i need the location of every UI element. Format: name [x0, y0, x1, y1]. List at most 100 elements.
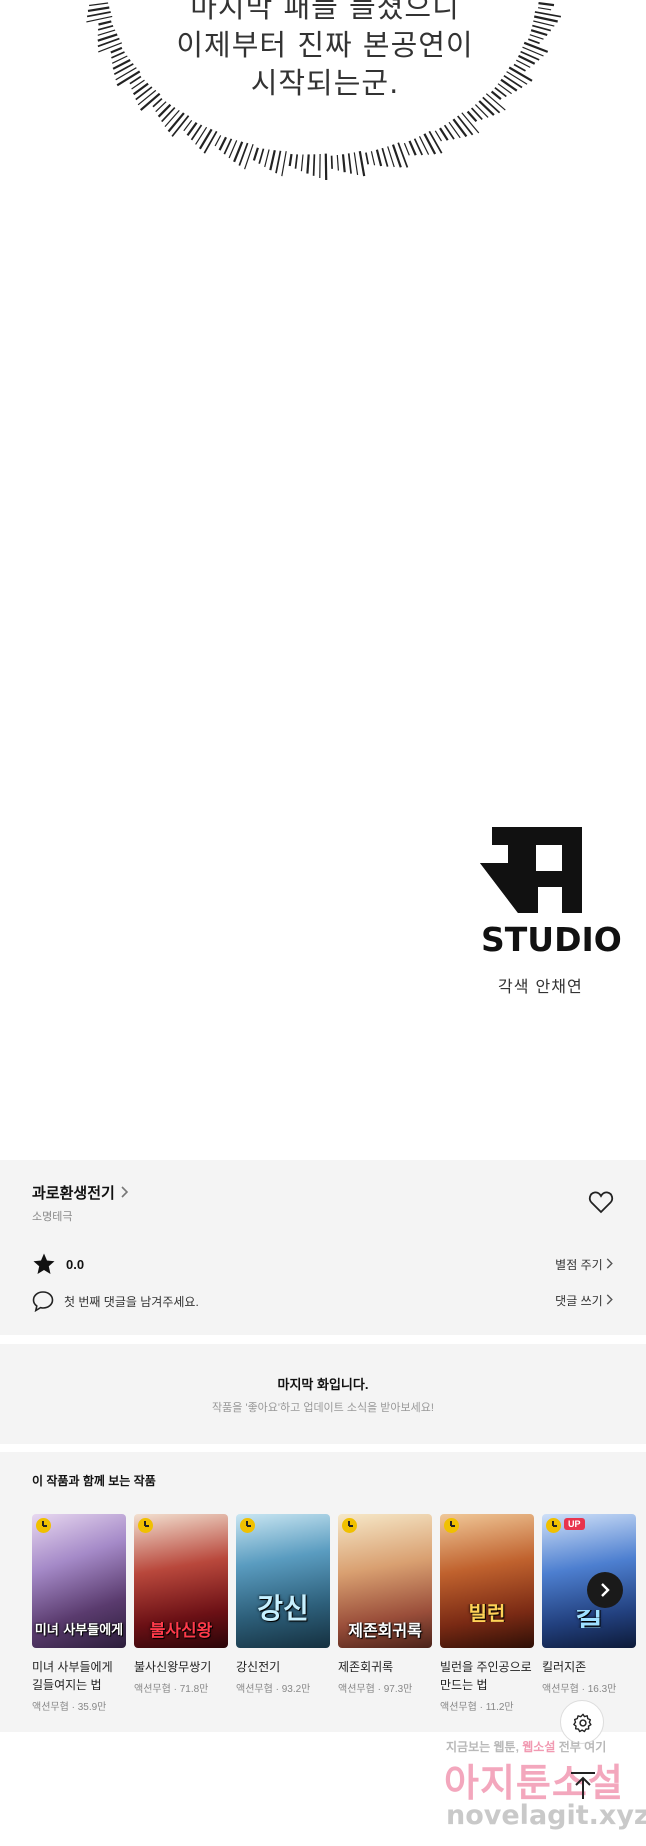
burst-spike [111, 51, 125, 59]
clock-icon [138, 1518, 153, 1533]
recommendation-meta: 액션무협 · 16.3만 [542, 1684, 617, 1695]
burst-spike [264, 149, 270, 168]
heart-icon[interactable] [588, 1190, 614, 1214]
burst-spike [164, 110, 180, 127]
chevron-right-icon [601, 1583, 610, 1597]
burst-spike [381, 147, 389, 167]
burst-spike [387, 146, 395, 168]
burst-spike [312, 154, 316, 176]
clock-icon [342, 1518, 357, 1533]
bubble-line: 시작되는군. [250, 66, 400, 100]
recommendation-title: 빌런을 주인공으로 만드는 법 [440, 1660, 532, 1692]
burst-spike [478, 100, 495, 116]
burst-spike [89, 2, 109, 7]
adaptation-credit: 각색 안채연 [498, 977, 583, 996]
bubble-line: 이제부터 진짜 본공연이 [176, 28, 474, 62]
carousel-next-button[interactable] [587, 1572, 623, 1608]
thumbnail-title: 미녀 사부들에게 [34, 1623, 124, 1638]
site-watermark: 지금보는 웹툰, 웹소설 전부 여기 아지툰소설 novelagit.xyz [440, 1738, 646, 1846]
burst-spike [408, 140, 417, 156]
burst-spike [530, 29, 548, 37]
recommendation-card[interactable]: 빌런 빌런을 주인공으로 만드는 법 액션무협 · 11.2만 [440, 1514, 534, 1713]
view-count: 35.9만 [77, 1702, 107, 1713]
thumbnail-title: 빌런 [468, 1604, 506, 1622]
last-episode-title: 마지막 화입니다. [277, 1377, 369, 1392]
burst-spike [423, 133, 437, 155]
rating-value: 0.0 [66, 1256, 85, 1272]
burst-spike [336, 154, 339, 171]
studio-wordmark: STUDIO [481, 920, 622, 959]
comment-bubble-icon [32, 1291, 54, 1312]
burst-spike [116, 70, 141, 87]
burst-spike [198, 128, 213, 150]
burst-spike [370, 151, 376, 166]
recommendation-meta: 액션무협 · 97.3만 [338, 1684, 413, 1695]
comment-prompt-row: 첫 번째 댓글을 남겨주세요. [32, 1290, 199, 1312]
recommendations-list: 미녀 사부들에게 미녀 사부들에게 길들여지는 법 액션무협 · 35.9만 불… [32, 1514, 646, 1724]
burst-spike [529, 34, 544, 40]
recommendation-thumbnail: 제존회귀록 [338, 1514, 432, 1648]
recommendation-card[interactable]: UP 킬 킬러지존 액션무협 · 16.3만 [542, 1514, 636, 1695]
recommendation-card[interactable]: 제존회귀록 제존회귀록 액션무협 · 97.3만 [338, 1514, 432, 1695]
thumbnail-title: 킬 [575, 1610, 603, 1628]
burst-spike [452, 118, 468, 138]
burst-spike [161, 107, 176, 123]
view-count: 11.2만 [485, 1702, 514, 1713]
bubble-line: 마지막 패들 들쳤으니 [190, 0, 460, 24]
burst-spike [275, 150, 282, 174]
view-count: 93.2만 [281, 1684, 311, 1695]
burst-spike [252, 147, 259, 161]
burst-spike [288, 153, 293, 167]
series-title: 과로환생전기 [32, 1185, 115, 1202]
rate-button[interactable]: 별점 주기 [555, 1256, 614, 1273]
recommendation-card[interactable]: 불사신왕 불사신왕무쌍기 액션무협 · 71.8만 [134, 1514, 228, 1695]
recommendation-thumbnail: 불사신왕 [134, 1514, 228, 1648]
burst-spike [87, 6, 110, 12]
recommendation-card[interactable]: 미녀 사부들에게 미녀 사부들에게 길들여지는 법 액션무협 · 35.9만 [32, 1514, 126, 1713]
burst-spike [513, 63, 526, 72]
burst-spike [269, 149, 276, 171]
burst-spike [538, 2, 555, 7]
star-icon [33, 1253, 55, 1274]
write-comment-button[interactable]: 댓글 쓰기 [555, 1292, 614, 1309]
speech-bubble-text: 마지막 패들 들쳤으니 이제부터 진짜 본공연이 시작되는군. [150, 0, 500, 102]
genre: 액션무협 [338, 1684, 375, 1695]
recommendation-title: 제존회귀록 [338, 1660, 394, 1674]
burst-spike [97, 29, 116, 36]
rate-button-label: 별점 주기 [555, 1258, 603, 1272]
gear-icon [573, 1713, 592, 1733]
series-title-link[interactable]: 과로환생전기 [32, 1182, 129, 1203]
burst-spike [457, 115, 474, 136]
burst-spike [223, 138, 233, 155]
recommendation-card[interactable]: 강신 강신전기 액션무협 · 93.2만 [236, 1514, 330, 1695]
burst-spike [528, 38, 540, 45]
burst-spike [428, 130, 443, 154]
burst-spike [375, 149, 383, 167]
arrow-up-icon [571, 1772, 595, 1799]
series-info-panel: 과로환생전기 소명테극 0.0 별점 주기 첫 번째 댓글을 남겨주세요. 댓글… [0, 1160, 646, 1335]
burst-spike [203, 130, 218, 154]
clock-icon [36, 1518, 51, 1533]
clock-icon [240, 1518, 255, 1533]
scroll-top-button[interactable] [563, 1765, 603, 1805]
burst-spike [258, 148, 265, 164]
burst-spike [97, 24, 114, 31]
recommendation-thumbnail: 강신 [236, 1514, 330, 1648]
burst-spike [294, 154, 299, 169]
view-count: 71.8만 [179, 1684, 209, 1695]
recommendation-meta: 액션무협 · 11.2만 [440, 1702, 514, 1713]
genre: 액션무협 [134, 1684, 171, 1695]
watermark-url: novelagit.xyz [446, 1800, 646, 1831]
view-count: 97.3만 [383, 1684, 413, 1695]
recommendation-title: 미녀 사부들에게 길들여지는 법 [32, 1660, 113, 1692]
last-episode-subtitle: 작품을 '좋아요'하고 업데이트 소식을 받아보세요! [212, 1402, 434, 1414]
burst-spike [353, 152, 359, 175]
recommendation-meta: 액션무협 · 93.2만 [236, 1684, 311, 1695]
chevron-right-icon [121, 1185, 129, 1201]
burst-spike [523, 41, 549, 53]
view-count: 16.3만 [587, 1684, 617, 1695]
studio-logo: STUDIO [478, 825, 622, 959]
recommendation-title: 강신전기 [236, 1660, 281, 1674]
genre: 액션무협 [32, 1702, 69, 1713]
comment-prompt-text: 첫 번째 댓글을 남겨주세요. [64, 1294, 199, 1309]
